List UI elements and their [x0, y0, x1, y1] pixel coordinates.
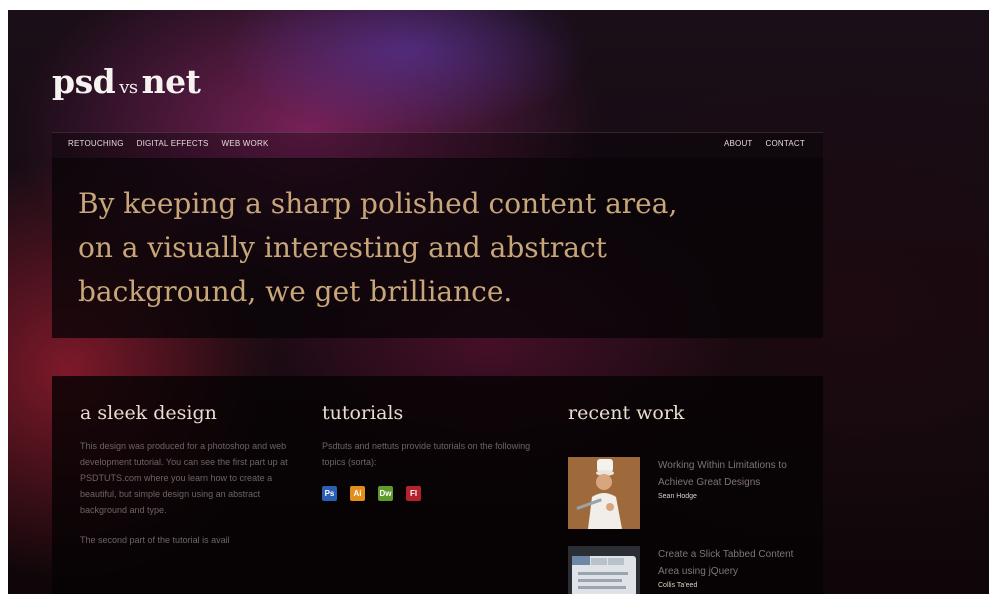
nav-digital-effects[interactable]: DIGITAL EFFECTS: [137, 139, 209, 148]
tutorials-paragraph: Psdtuts and nettuts provide tutorials on…: [322, 441, 531, 467]
sleek-design-heading: a sleek design: [80, 402, 217, 424]
recent-work-text: Working Within Limitations to Achieve Gr…: [658, 457, 808, 500]
hero-line-3: background, we get brilliance.: [78, 275, 513, 308]
nav-left-group: RETOUCHING DIGITAL EFFECTS WEB WORK: [68, 139, 268, 148]
recent-work-title[interactable]: Working Within Limitations to Achieve Gr…: [658, 457, 808, 491]
content-panel: a sleek design This design was produced …: [52, 376, 823, 594]
page-background: psd vs net RETOUCHING DIGITAL EFFECTS WEB …: [8, 10, 989, 594]
tool-icon-row: Ps Ai Dw Fl: [322, 486, 537, 501]
recent-work-heading: recent work: [568, 402, 685, 424]
main-nav: RETOUCHING DIGITAL EFFECTS WEB WORK ABOU…: [52, 132, 823, 159]
sleek-design-text: This design was produced for a photoshop…: [80, 438, 295, 548]
nav-about[interactable]: ABOUT: [724, 139, 753, 148]
dreamweaver-icon[interactable]: Dw: [378, 486, 393, 501]
tutorials-heading: tutorials: [322, 402, 404, 424]
recent-work-author: Collis Ta'eed: [658, 582, 698, 589]
hero-line-2: on a visually interesting and abstract: [78, 231, 607, 264]
sleek-design-column: a sleek design This design was produced …: [80, 402, 295, 562]
recent-work-text: Create a Slick Tabbed Content Area using…: [658, 546, 808, 589]
photoshop-icon[interactable]: Ps: [322, 486, 337, 501]
site-logo[interactable]: psd vs net: [52, 62, 201, 101]
hero-line-1: By keeping a sharp polished content area…: [78, 187, 678, 220]
chef-thumbnail-image[interactable]: [568, 457, 640, 529]
recent-work-column: recent work Working Within Limitations t…: [568, 402, 808, 594]
recent-work-item[interactable]: Create a Slick Tabbed Content Area using…: [568, 546, 808, 594]
sleek-paragraph-2: The second part of the tutorial is avail: [80, 535, 230, 545]
tutorials-column: tutorials Psdtuts and nettuts provide tu…: [322, 402, 537, 501]
flash-icon[interactable]: Fl: [406, 486, 421, 501]
illustrator-icon[interactable]: Ai: [350, 486, 365, 501]
nav-contact[interactable]: CONTACT: [766, 139, 805, 148]
recent-work-item[interactable]: Working Within Limitations to Achieve Gr…: [568, 457, 808, 529]
sleek-paragraph-1: This design was produced for a photoshop…: [80, 441, 288, 515]
hero-text: By keeping a sharp polished content area…: [78, 182, 798, 314]
tutorials-text: Psdtuts and nettuts provide tutorials on…: [322, 438, 537, 470]
hero-banner: By keeping a sharp polished content area…: [52, 158, 823, 338]
nav-web-work[interactable]: WEB WORK: [222, 139, 269, 148]
logo-vs: vs: [119, 77, 138, 98]
logo-net: net: [141, 62, 201, 101]
logo-psd: psd: [52, 62, 116, 101]
tabs-thumbnail-image[interactable]: [568, 546, 640, 594]
recent-work-title[interactable]: Create a Slick Tabbed Content Area using…: [658, 546, 808, 580]
nav-retouching[interactable]: RETOUCHING: [68, 139, 124, 148]
recent-work-author: Sean Hodge: [658, 493, 697, 500]
nav-right-group: ABOUT CONTACT: [724, 139, 805, 148]
